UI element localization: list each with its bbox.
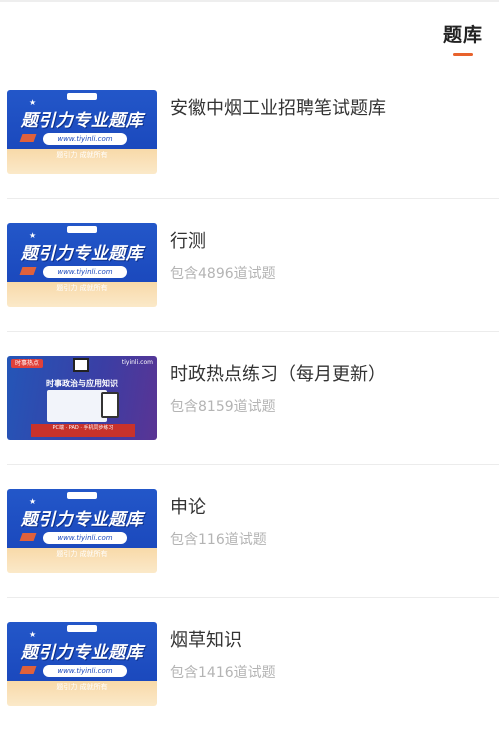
item-title: 时政热点练习（每月更新） — [170, 364, 386, 385]
list-item[interactable]: 时事热点 tiyinli.com 时事政治与应用知识 PC端 · PAD · 手… — [0, 332, 499, 465]
thumbnail-heading: 题引力专业题库 — [20, 643, 144, 663]
thumbnail-slogan: 题引力 成就所有 — [56, 151, 108, 159]
item-count: 包含4896道试题 — [170, 266, 276, 282]
thumbnail-image: 时事热点 tiyinli.com 时事政治与应用知识 PC端 · PAD · 手… — [7, 356, 157, 440]
item-count: 包含1416道试题 — [170, 665, 276, 681]
thumbnail-slogan: 题引力 成就所有 — [56, 284, 108, 292]
list-item[interactable]: ★ 题引力专业题库 www.tiyinli.com 题引力 成就所有 申论 包含… — [0, 465, 499, 598]
thumbnail-slogan: 题引力 成就所有 — [56, 683, 108, 691]
item-title: 烟草知识 — [170, 630, 242, 651]
item-title: 安徽中烟工业招聘笔试题库 — [170, 98, 386, 119]
thumbnail-heading: 时事政治与应用知识 — [46, 379, 118, 388]
question-bank-list: ★ 题引力专业题库 www.tiyinli.com 题引力 成就所有 安徽中烟工… — [0, 66, 499, 731]
list-item[interactable]: ★ 题引力专业题库 www.tiyinli.com 题引力 成就所有 安徽中烟工… — [0, 66, 499, 199]
monitor-graphic — [47, 390, 107, 422]
brand-logo — [67, 625, 97, 632]
thumbnail-heading: 题引力专业题库 — [20, 244, 144, 264]
thumbnail-url: www.tiyinli.com — [43, 532, 127, 544]
item-title: 申论 — [170, 497, 206, 518]
graduation-cap-icon — [19, 666, 37, 674]
graduation-cap-icon — [19, 134, 37, 142]
thumbnail-image: ★ 题引力专业题库 www.tiyinli.com 题引力 成就所有 — [7, 90, 157, 174]
brand-logo — [67, 226, 97, 233]
brand-logo — [67, 492, 97, 499]
tab-active-indicator — [453, 53, 473, 56]
item-count: 包含116道试题 — [170, 532, 267, 548]
thumbnail-url: www.tiyinli.com — [43, 266, 127, 278]
thumbnail-heading: 题引力专业题库 — [20, 111, 144, 131]
list-item[interactable]: ★ 题引力专业题库 www.tiyinli.com 题引力 成就所有 烟草知识 … — [0, 598, 499, 731]
qr-code-icon — [73, 358, 89, 372]
phone-graphic — [101, 392, 119, 418]
top-divider — [0, 0, 499, 2]
thumbnail-site: tiyinli.com — [121, 359, 153, 366]
thumbnail-url: www.tiyinli.com — [43, 133, 127, 145]
item-count: 包含8159道试题 — [170, 399, 276, 415]
brand-logo — [67, 93, 97, 100]
list-item[interactable]: ★ 题引力专业题库 www.tiyinli.com 题引力 成就所有 行测 包含… — [0, 199, 499, 332]
tab-question-bank[interactable]: 题库 — [441, 20, 485, 56]
thumbnail-footer: PC端 · PAD · 手机同步练习 — [31, 424, 135, 437]
graduation-cap-icon — [19, 533, 37, 541]
graduation-cap-icon — [19, 267, 37, 275]
thumbnail-url: www.tiyinli.com — [43, 665, 127, 677]
thumbnail-image: ★ 题引力专业题库 www.tiyinli.com 题引力 成就所有 — [7, 622, 157, 706]
thumbnail-slogan: 题引力 成就所有 — [56, 550, 108, 558]
thumbnail-image: ★ 题引力专业题库 www.tiyinli.com 题引力 成就所有 — [7, 223, 157, 307]
thumbnail-tag: 时事热点 — [11, 359, 44, 368]
item-title: 行测 — [170, 231, 206, 252]
tab-label: 题库 — [442, 24, 483, 46]
thumbnail-heading: 题引力专业题库 — [20, 510, 144, 530]
thumbnail-image: ★ 题引力专业题库 www.tiyinli.com 题引力 成就所有 — [7, 489, 157, 573]
